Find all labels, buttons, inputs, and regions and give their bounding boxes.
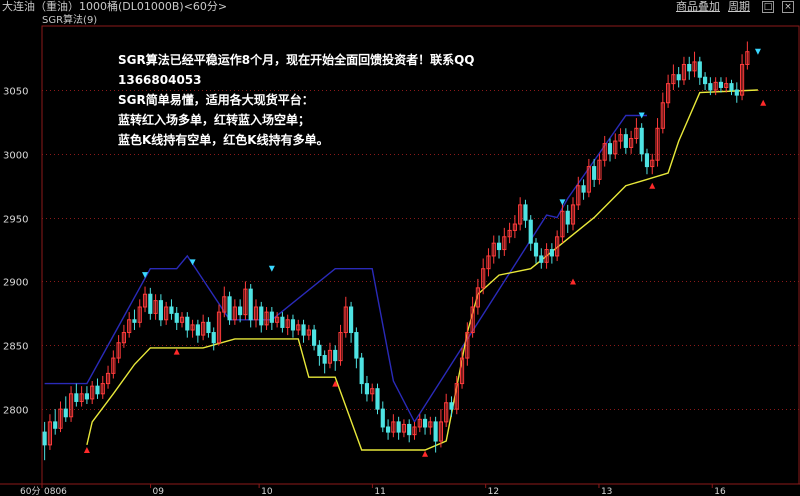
candle-body [238,306,243,316]
candle-body [380,408,385,428]
candle-body [333,349,338,362]
annotation-line: 蓝色K线持有空单，红色K线持有多单。 [118,133,329,147]
candle-body [174,312,179,323]
candle-body [312,329,317,346]
candle-body [74,393,79,402]
candle-body [280,316,285,328]
candle-body [539,255,544,263]
candle-body [354,332,359,359]
candle-body [449,402,454,410]
y-tick-label: 3050 [3,87,28,98]
candle-body [290,319,296,331]
x-tick-label: 09 [153,487,165,496]
period-label: 60分 [20,486,40,496]
candle-body [385,426,391,433]
candle-body [301,324,306,336]
x-tick-label: 0806 [44,487,67,496]
candle-body [349,306,354,334]
candle-body [565,210,570,225]
candle-body [533,242,539,257]
candle-body [259,306,264,326]
sell-signal-marker [189,259,196,266]
candle-body [623,134,628,148]
sell-signal-marker [268,265,275,272]
candle-body [95,385,100,395]
buy-signal-marker [422,450,429,457]
candle-body [549,249,554,257]
x-tick-label: 13 [601,487,612,496]
annotation-line: SGR简单易懂，适用各大现货平台： [118,93,314,107]
buy-signal-marker [649,182,656,189]
candle-body [422,418,428,428]
candle-body [269,311,274,323]
candle-body [364,383,370,395]
candle-body [718,81,724,88]
y-tick-label: 2950 [3,215,28,226]
buy-signal-marker [83,446,90,453]
buy-signal-marker [760,99,767,106]
candle-body [697,61,702,78]
candle-body [42,431,47,446]
candle-body [359,357,364,385]
candle-body [433,421,438,442]
annotation-text: SGR算法已经平稳运作8个月，现在开始全面回馈投资者！联系QQ 13668040… [118,50,475,150]
candle-body [523,204,528,221]
buy-signal-marker [173,348,180,355]
candle-body [158,300,163,321]
candle-body [703,76,708,85]
candle-body [63,408,68,418]
x-tick-label: 16 [714,487,726,496]
resistance-line [44,114,647,424]
y-tick-label: 3000 [3,151,28,162]
y-tick-label: 2800 [3,406,28,417]
candle-body [676,74,681,81]
candle-body [644,153,650,168]
candle-body [375,388,380,410]
candle-body [734,89,739,96]
candle-body [211,332,216,344]
candle-body [248,288,253,321]
candle-body [206,321,211,334]
candle-body [84,393,89,400]
annotation-line: 蓝转红入场多单，红转蓝入场空单； [118,113,311,127]
candle-body [322,355,327,364]
y-tick-label: 2850 [3,342,28,353]
x-tick-label: 12 [488,487,499,496]
x-tick-label: 10 [261,487,273,496]
candle-body [148,293,153,314]
candle-body [496,242,502,251]
candle-body [528,219,533,244]
candle-body [132,319,137,323]
candle-body [407,423,412,436]
annotation-line: 1366804053 [118,73,202,87]
candle-body [639,127,644,155]
candle-body [195,324,200,336]
candle-body [185,316,190,331]
candle-body [687,63,692,72]
candle-body [396,421,401,433]
candle-body [581,185,586,193]
x-tick-label: 11 [374,487,385,496]
candle-body [607,143,613,155]
candle-body [169,306,174,314]
candle-body [227,296,232,321]
sell-signal-marker [754,48,761,55]
candle-body [729,83,734,91]
annotation-line: SGR算法已经平稳运作8个月，现在开始全面回馈投资者！联系QQ [118,53,475,67]
candle-body [53,421,58,429]
candle-body [317,344,322,357]
y-tick-label: 2900 [3,278,28,289]
candle-body [708,83,713,91]
candle-body [592,166,597,180]
